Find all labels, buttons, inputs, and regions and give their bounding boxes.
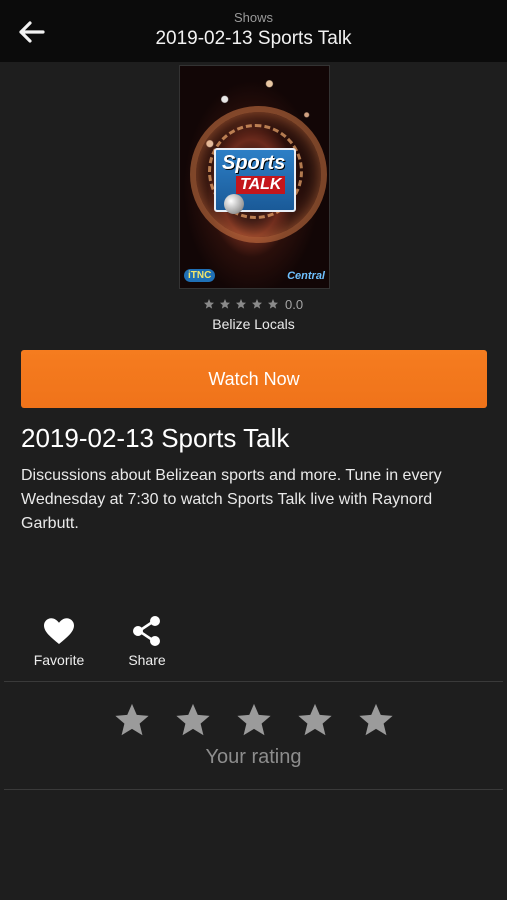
your-rating-label: Your rating xyxy=(205,746,302,768)
average-rating-value: 0.0 xyxy=(285,297,304,312)
star-icon xyxy=(252,299,262,309)
share-icon xyxy=(133,616,160,646)
show-poster: Sports TALK iTNC Central xyxy=(179,65,330,289)
soccer-ball-icon xyxy=(224,194,244,214)
show-title: 2019-02-13 Sports Talk xyxy=(21,423,290,453)
poster-logo-talk: TALK xyxy=(236,176,286,194)
poster-brand-left: iTNC xyxy=(184,269,216,282)
topbar-subtitle: Shows xyxy=(233,10,274,25)
star-icon xyxy=(220,299,230,309)
star-icon xyxy=(268,299,278,309)
share-label: Share xyxy=(128,652,166,668)
show-description: Discussions about Belizean sports and mo… xyxy=(21,467,442,532)
rate-star-4-icon[interactable] xyxy=(296,701,334,739)
divider xyxy=(4,789,503,790)
user-rating-stars[interactable] xyxy=(113,700,395,740)
divider xyxy=(4,681,503,682)
poster-brand-right: Central xyxy=(287,270,325,282)
average-rating-stars xyxy=(203,296,279,312)
star-icon xyxy=(204,299,214,309)
rate-star-5-icon[interactable] xyxy=(357,701,395,739)
show-category: Belize Locals xyxy=(212,316,295,332)
poster-logo-sports: Sports xyxy=(222,152,286,174)
favorite-label: Favorite xyxy=(33,652,85,668)
top-app-bar: Shows 2019-02-13 Sports Talk xyxy=(0,0,507,62)
share-button[interactable]: Share xyxy=(112,614,182,668)
watch-now-button[interactable]: Watch Now xyxy=(21,350,487,408)
star-icon xyxy=(236,299,246,309)
topbar-title: 2019-02-13 Sports Talk xyxy=(155,28,352,49)
rate-star-3-icon[interactable] xyxy=(235,701,273,739)
rate-star-1-icon[interactable] xyxy=(113,701,151,739)
favorite-button[interactable]: Favorite xyxy=(24,614,94,668)
heart-icon xyxy=(44,618,74,644)
rate-star-2-icon[interactable] xyxy=(174,701,212,739)
